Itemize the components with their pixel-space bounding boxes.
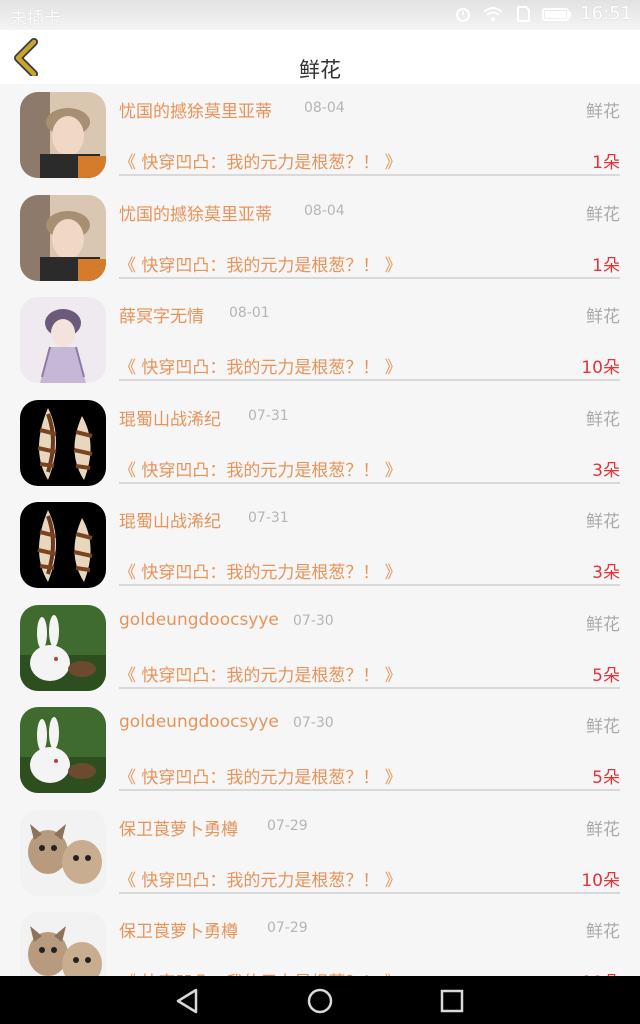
flower-count: 1朵 [592, 255, 620, 276]
seashell-avatar[interactable] [20, 399, 106, 486]
divider [119, 891, 620, 894]
sender-name: 忧国的撼狳莫里亚蒂 [119, 102, 272, 122]
divider [119, 789, 620, 791]
list-item[interactable]: goldeungdoocsyye 07-30 鲜花 《 快穿凹凸：我的元力是根葱… [0, 699, 640, 802]
sender-name: 琨蜀山战浠纪 [119, 512, 221, 532]
list-item[interactable]: 忧国的撼狳莫里亚蒂 08-04 鲜花 《 快穿凹凸：我的元力是根葱？！ 》 1朵 [0, 187, 640, 290]
flower-count: 10朵 [581, 968, 620, 976]
seashell-avatar[interactable] [20, 502, 106, 588]
divider [119, 379, 620, 381]
send-date: 08-01 [229, 305, 270, 321]
book-title[interactable]: 《 快穿凹凸：我的元力是根葱？！ 》 [119, 251, 402, 276]
flower-record-list[interactable]: 忧国的撼狳莫里亚蒂 08-04 鲜花 《 快穿凹凸：我的元力是根葱？！ 》 1朵… [0, 84, 640, 976]
divider [119, 481, 620, 484]
title-bar: 鲜花 [0, 30, 640, 84]
status-bar: 未插卡 16:51 [0, 0, 640, 30]
clock: 16:51 [580, 3, 632, 24]
flower-count: 3朵 [592, 460, 620, 481]
anime-boy-avatar[interactable] [20, 194, 106, 281]
send-date: 08-04 [304, 202, 345, 219]
send-date: 07-29 [267, 817, 308, 834]
screen: 未插卡 16:51 鲜花 忧国的撼狳莫里亚蒂 08-04 鲜花 《 快穿凹凸：我… [0, 0, 640, 1024]
list-item[interactable]: 保卫莨萝卜勇樽 07-29 鲜花 《 快穿凹凸：我的元力是根葱？！ 》 10朵 [0, 802, 640, 905]
battery-icon [542, 5, 572, 23]
send-date: 08-04 [304, 100, 345, 116]
divider [119, 686, 620, 689]
flower-count: 5朵 [592, 665, 620, 686]
anime-boy-avatar[interactable] [20, 92, 106, 178]
send-date: 07-30 [293, 612, 334, 629]
sd-icon [512, 5, 534, 23]
sender-name: goldeungdoocsyye [119, 609, 279, 630]
back-triangle-icon[interactable] [172, 986, 202, 1016]
home-circle-icon[interactable] [305, 986, 335, 1016]
gift-type: 鲜花 [586, 307, 620, 327]
list-item[interactable]: 保卫莨萝卜勇樽 07-29 鲜花 《 快穿凹凸：我的元力是根葱？！ 》 10朵 [0, 904, 640, 976]
kittens-avatar[interactable] [20, 912, 106, 976]
sender-name: 忧国的撼狳莫里亚蒂 [119, 204, 272, 225]
status-icons: 16:51 [452, 3, 632, 24]
book-title[interactable]: 《 快穿凹凸：我的元力是根葱？！ 》 [119, 353, 402, 378]
list-item[interactable]: 琨蜀山战浠纪 07-31 鲜花 《 快穿凹凸：我的元力是根葱？！ 》 3朵 [0, 392, 640, 495]
gift-type: 鲜花 [586, 717, 620, 737]
flower-count: 10朵 [581, 870, 620, 891]
system-nav-bar [0, 976, 640, 1024]
gift-type: 鲜花 [586, 409, 620, 430]
gift-type: 鲜花 [586, 512, 620, 532]
book-title[interactable]: 《 快穿凹凸：我的元力是根葱？！ 》 [119, 456, 402, 481]
flower-count: 1朵 [592, 153, 620, 173]
book-title[interactable]: 《 快穿凹凸：我的元力是根葱？！ 》 [119, 661, 402, 686]
divider [119, 174, 620, 176]
divider [119, 276, 620, 279]
carrier-label: 未插卡 [10, 9, 61, 29]
flower-count: 3朵 [592, 563, 620, 583]
rabbit-avatar[interactable] [20, 707, 106, 793]
book-title[interactable]: 《 快穿凹凸：我的元力是根葱？！ 》 [119, 968, 402, 976]
sender-name: 琨蜀山战浠纪 [119, 409, 221, 430]
gift-type: 鲜花 [586, 922, 620, 942]
sender-name: 薛冥字无情 [119, 307, 204, 327]
gift-type: 鲜花 [586, 102, 620, 122]
kittens-avatar[interactable] [20, 809, 106, 896]
book-title[interactable]: 《 快穿凹凸：我的元力是根葱？！ 》 [119, 558, 402, 583]
divider [119, 584, 620, 586]
list-item[interactable]: 薛冥字无情 08-01 鲜花 《 快穿凹凸：我的元力是根葱？！ 》 10朵 [0, 289, 640, 392]
wifi-icon [482, 5, 504, 23]
flower-count: 10朵 [581, 358, 620, 378]
book-title[interactable]: 《 快穿凹凸：我的元力是根葱？！ 》 [119, 763, 402, 788]
list-item[interactable]: 忧国的撼狳莫里亚蒂 08-04 鲜花 《 快穿凹凸：我的元力是根葱？！ 》 1朵 [0, 84, 640, 187]
gift-type: 鲜花 [586, 204, 620, 225]
gift-type: 鲜花 [586, 614, 620, 635]
send-date: 07-31 [248, 510, 289, 526]
send-date: 07-29 [267, 920, 308, 936]
send-date: 07-30 [293, 715, 334, 731]
book-title[interactable]: 《 快穿凹凸：我的元力是根葱？！ 》 [119, 866, 402, 891]
sender-name: 保卫莨萝卜勇樽 [119, 922, 238, 942]
sender-name: goldeungdoocsyye [119, 712, 279, 732]
gift-type: 鲜花 [586, 819, 620, 840]
list-item[interactable]: 琨蜀山战浠纪 07-31 鲜花 《 快穿凹凸：我的元力是根葱？！ 》 3朵 [0, 494, 640, 597]
rabbit-avatar[interactable] [20, 604, 106, 691]
recents-square-icon[interactable] [437, 986, 467, 1016]
send-date: 07-31 [248, 407, 289, 424]
sender-name: 保卫莨萝卜勇樽 [119, 819, 238, 840]
anime-girl-avatar[interactable] [20, 297, 106, 383]
flower-count: 5朵 [592, 768, 620, 788]
book-title[interactable]: 《 快穿凹凸：我的元力是根葱？！ 》 [119, 148, 402, 173]
alarm-icon [452, 5, 474, 23]
page-title: 鲜花 [299, 58, 341, 82]
list-item[interactable]: goldeungdoocsyye 07-30 鲜花 《 快穿凹凸：我的元力是根葱… [0, 597, 640, 700]
